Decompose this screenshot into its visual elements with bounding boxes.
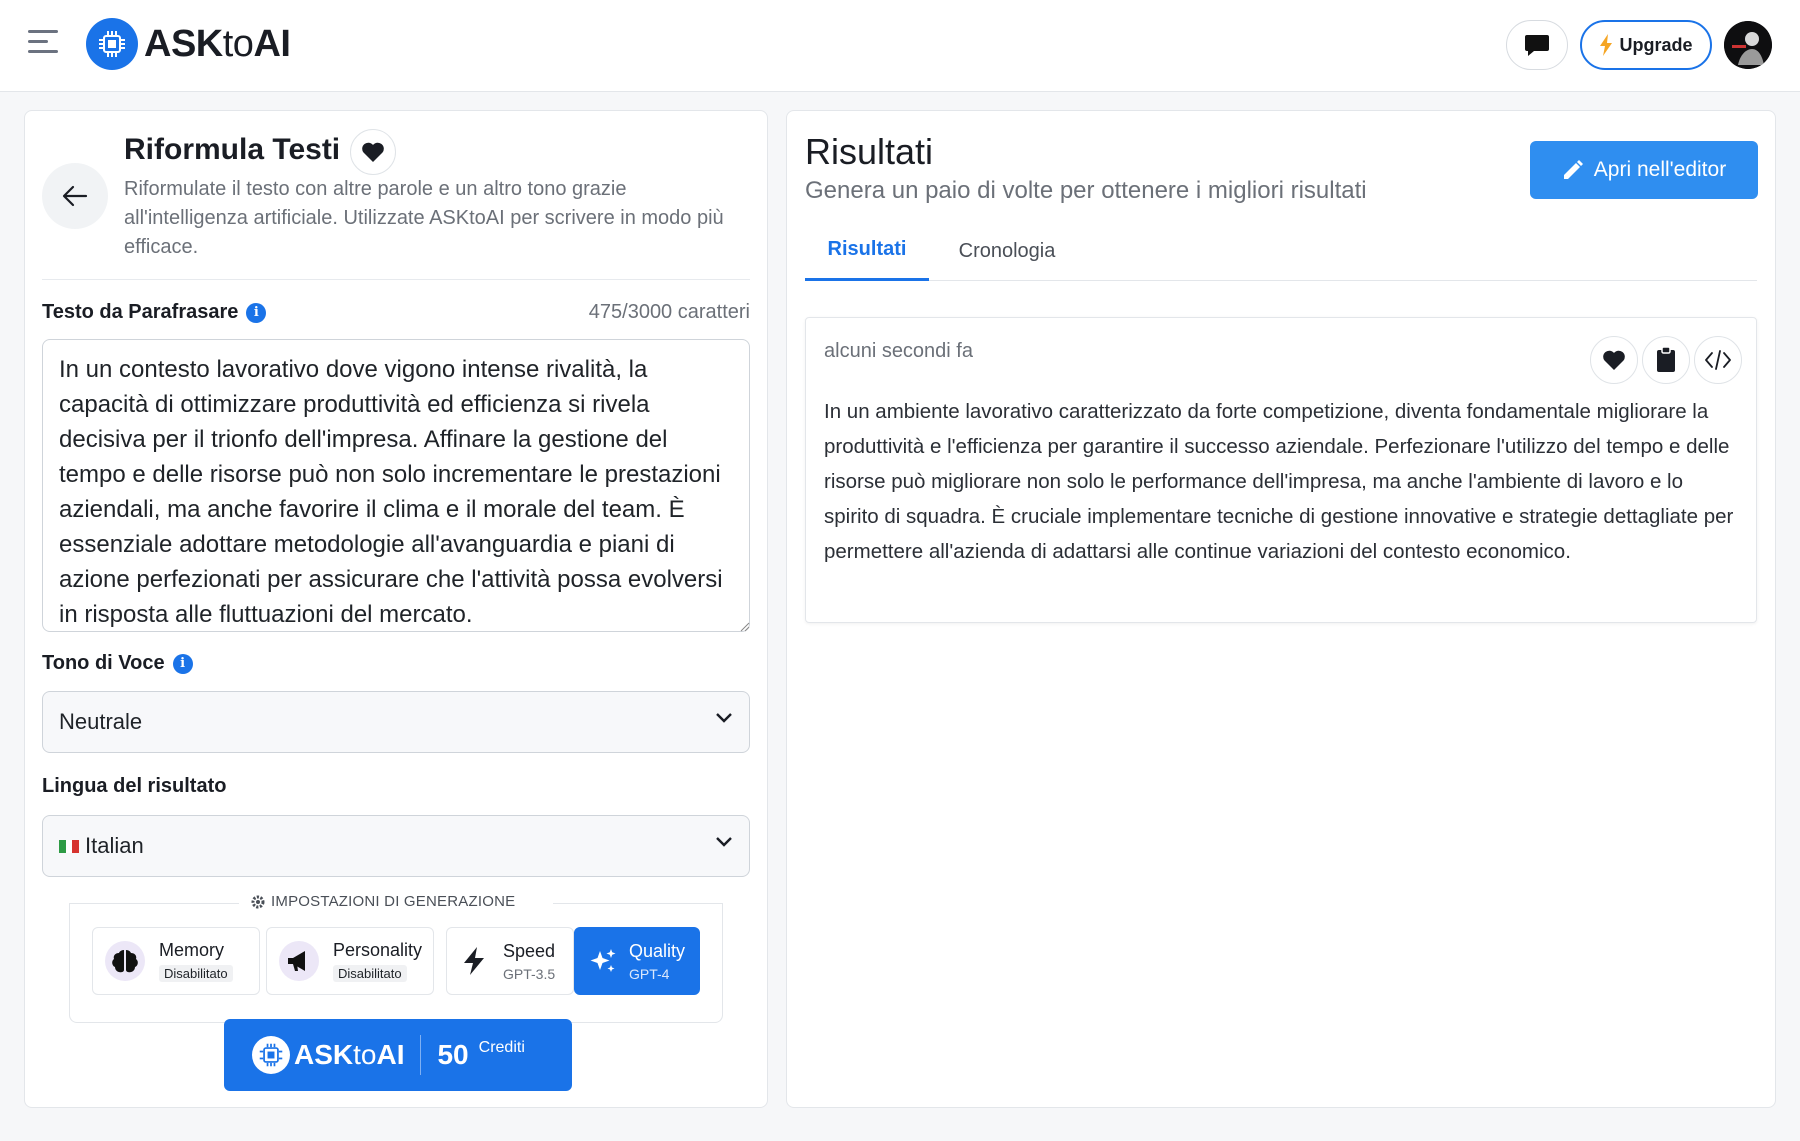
app-logo[interactable]: ASKtoAI [86, 18, 291, 70]
lightning-icon [464, 947, 484, 975]
heart-icon [1603, 350, 1625, 370]
tool-title: Riformula Testi [124, 133, 341, 166]
results-subtitle: Genera un paio di volte per ottenere i m… [805, 177, 1367, 204]
speed-option[interactable]: Speed GPT-3.5 [446, 927, 574, 995]
tool-panel: Riformula Testi Riformulate il testo con… [24, 110, 768, 1108]
menu-icon[interactable] [28, 30, 64, 60]
speed-model: GPT-3.5 [503, 965, 556, 982]
language-selected-value: Italian [85, 833, 144, 858]
language-label: Lingua del risultato [42, 775, 227, 797]
personality-option[interactable]: Personality Disabilitato [266, 927, 434, 995]
gear-icon [251, 895, 265, 908]
info-icon[interactable]: i [246, 302, 267, 323]
upgrade-button[interactable]: Upgrade [1580, 20, 1712, 70]
tone-label: Tono di Voce i [42, 652, 193, 675]
back-button[interactable] [42, 163, 108, 229]
quality-label: Quality [629, 940, 686, 961]
app-logo-text: ASKtoAI [144, 22, 291, 65]
quality-option[interactable]: Quality GPT-4 [574, 927, 700, 995]
char-count: 475/3000 caratteri [588, 301, 750, 323]
credits-count: 50 [437, 1039, 469, 1070]
memory-status-badge: Disabilitato [159, 964, 233, 982]
chat-button[interactable] [1506, 20, 1568, 70]
lightning-icon [1600, 34, 1613, 56]
open-editor-button[interactable]: Apri nell'editor [1530, 141, 1758, 199]
top-bar: ASKtoAI Upgrade [0, 0, 1800, 92]
results-title: Risultati [805, 131, 934, 172]
copy-result-button[interactable] [1642, 336, 1690, 384]
upgrade-label: Upgrade [1619, 34, 1693, 55]
speed-label: Speed [503, 940, 556, 961]
tab-results[interactable]: Risultati [805, 221, 929, 281]
memory-option[interactable]: Memory Disabilitato [92, 927, 260, 995]
language-select[interactable]: Italian [42, 815, 750, 877]
resize-handle-icon[interactable] [740, 622, 750, 632]
credits-label: Crediti [478, 1039, 525, 1056]
result-card: alcuni secondi fa In un ambiente lavorat… [805, 317, 1757, 623]
generate-button[interactable]: ASKtoAI 50 Crediti [224, 1019, 572, 1091]
avatar[interactable] [1724, 21, 1772, 69]
generation-settings-title: IMPOSTAZIONI DI GENERAZIONE [251, 893, 515, 910]
italy-flag-icon [59, 839, 80, 853]
result-timestamp: alcuni secondi fa [824, 340, 973, 362]
tab-history[interactable]: Cronologia [945, 221, 1069, 281]
personality-status-badge: Disabilitato [333, 964, 407, 982]
tone-selected-value: Neutrale [59, 709, 143, 734]
clipboard-icon [1657, 347, 1675, 372]
heart-icon [362, 142, 384, 162]
results-tabs: Risultati Cronologia [805, 221, 1757, 281]
memory-label: Memory [159, 939, 225, 960]
tool-description: Riformulate il testo con altre parole e … [124, 178, 724, 258]
chip-icon [86, 18, 138, 70]
favorite-button[interactable] [350, 129, 396, 175]
input-label: Testo da Parafrasare i [42, 301, 267, 324]
tone-select[interactable]: Neutrale [42, 691, 750, 753]
generate-brand: ASKtoAI [294, 1039, 405, 1070]
chat-bubble-icon [1525, 35, 1549, 56]
divider [420, 1035, 422, 1075]
chevron-down-icon [716, 713, 732, 723]
sparkles-icon [590, 949, 616, 972]
divider [42, 279, 750, 280]
megaphone-icon [279, 941, 319, 981]
info-icon[interactable]: i [172, 653, 193, 674]
result-text: In un ambiente lavorativo caratterizzato… [824, 400, 1734, 563]
personality-label: Personality [333, 939, 423, 960]
favorite-result-button[interactable] [1590, 336, 1638, 384]
results-panel: Risultati Genera un paio di volte per ot… [786, 110, 1776, 1108]
text-input[interactable]: In un contesto lavorativo dove vigono in… [42, 339, 750, 632]
code-icon [1705, 350, 1731, 370]
pencil-icon [1563, 160, 1583, 179]
chip-icon [252, 1036, 290, 1074]
chevron-down-icon [716, 837, 732, 847]
arrow-left-icon [62, 185, 88, 207]
brain-icon [105, 941, 145, 981]
embed-code-button[interactable] [1694, 336, 1742, 384]
quality-model: GPT-4 [629, 965, 670, 982]
